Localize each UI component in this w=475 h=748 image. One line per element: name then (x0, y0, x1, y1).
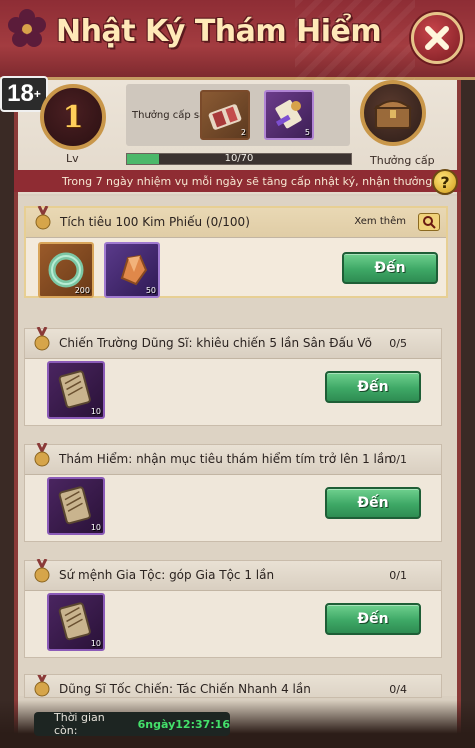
flower-icon (8, 9, 46, 47)
task-title: Thám Hiểm: nhận mục tiêu thám hiểm tím t… (59, 452, 392, 466)
task-progress: 0/1 (389, 569, 407, 582)
timer-label: Thời gian còn: (54, 711, 105, 737)
level-label: Lv (66, 152, 79, 165)
search-icon (423, 216, 436, 229)
question-icon: ? (440, 172, 450, 192)
task-header: Dũng Sĩ Tốc Chiến: Tác Chiến Nhanh 4 lần… (25, 675, 441, 697)
task-reward[interactable]: 10 (47, 593, 105, 651)
help-button[interactable]: ? (432, 169, 458, 195)
task-progress: 0/1 (389, 453, 407, 466)
close-icon (425, 26, 449, 50)
level-medal: 1 (40, 84, 106, 150)
countdown-timer: Thời gian còn: 6ngày12:37:16 (34, 711, 230, 737)
task-title: Dũng Sĩ Tốc Chiến: Tác Chiến Nhanh 4 lần (59, 682, 311, 696)
go-button[interactable]: Đến (325, 371, 421, 403)
age-rating-suffix: + (33, 87, 41, 101)
featured-task-header: Tích tiêu 100 Kim Phiếu (0/100) Xem thêm (26, 206, 446, 238)
featured-reward-2[interactable]: 50 (104, 242, 160, 298)
task-title: Sứ mệnh Gia Tộc: góp Gia Tộc 1 lần (59, 568, 275, 582)
medal-icon (34, 675, 50, 697)
next-reward-item-1[interactable]: 2 (200, 90, 250, 140)
treasure-chest-icon (373, 100, 413, 129)
timer-value: 6ngày12:37:16 (137, 717, 230, 731)
task-progress: 0/4 (389, 683, 407, 696)
featured-reward-count-1: 200 (74, 286, 90, 295)
featured-task-title: Tích tiêu 100 Kim Phiếu (0/100) (60, 215, 250, 229)
task-reward-count: 10 (90, 523, 101, 532)
info-banner: Trong 7 ngày nhiệm vụ mỗi ngày sẽ tăng c… (14, 170, 461, 192)
task-title: Chiến Trường Dũng Sĩ: khiêu chiến 5 lần … (59, 336, 372, 350)
go-button[interactable]: Đến (325, 487, 421, 519)
task-reward-count: 10 (90, 407, 101, 416)
task-header: Sứ mệnh Gia Tộc: góp Gia Tộc 1 lần 0/1 (25, 559, 441, 591)
next-reward-count-1: 2 (240, 128, 246, 137)
next-reward-count-2: 5 (304, 128, 310, 137)
task-reward[interactable]: 10 (47, 361, 105, 419)
next-reward-item-2[interactable]: 5 (264, 90, 314, 140)
task-item: Thám Hiểm: nhận mục tiêu thám hiểm tím t… (24, 443, 442, 542)
page-title: Nhật Ký Thám Hiểm (56, 14, 382, 49)
level-value: 1 (62, 99, 84, 135)
medal-icon (34, 327, 50, 351)
age-rating-number: 18 (7, 80, 34, 107)
go-button[interactable]: Đến (325, 603, 421, 635)
featured-reward-count-2: 50 (145, 286, 156, 295)
magnifier-button[interactable] (418, 213, 440, 231)
level-progress-bar: 10/70 (126, 153, 352, 165)
task-header: Thám Hiểm: nhận mục tiêu thám hiểm tím t… (25, 443, 441, 475)
task-item: Sứ mệnh Gia Tộc: góp Gia Tộc 1 lần 0/1 1… (24, 559, 442, 658)
medal-icon (35, 206, 51, 230)
medal-icon (34, 559, 50, 583)
featured-reward-1[interactable]: 200 (38, 242, 94, 298)
task-item: Chiến Trường Dũng Sĩ: khiêu chiến 5 lần … (24, 327, 442, 426)
task-reward-count: 10 (90, 639, 101, 648)
level-reward-chest[interactable] (360, 80, 426, 146)
featured-task: Tích tiêu 100 Kim Phiếu (0/100) Xem thêm… (24, 206, 448, 298)
task-header: Chiến Trường Dũng Sĩ: khiêu chiến 5 lần … (25, 327, 441, 359)
close-button[interactable] (411, 12, 463, 64)
level-reward-label: Thưởng cấp (370, 154, 435, 167)
see-more-link[interactable]: Xem thêm (354, 216, 406, 227)
task-progress: 0/5 (389, 337, 407, 350)
task-item: Dũng Sĩ Tốc Chiến: Tác Chiến Nhanh 4 lần… (24, 674, 442, 698)
level-progress-text: 10/70 (224, 153, 254, 164)
medal-icon (34, 443, 50, 467)
go-button[interactable]: Đến (342, 252, 438, 284)
task-reward[interactable]: 10 (47, 477, 105, 535)
